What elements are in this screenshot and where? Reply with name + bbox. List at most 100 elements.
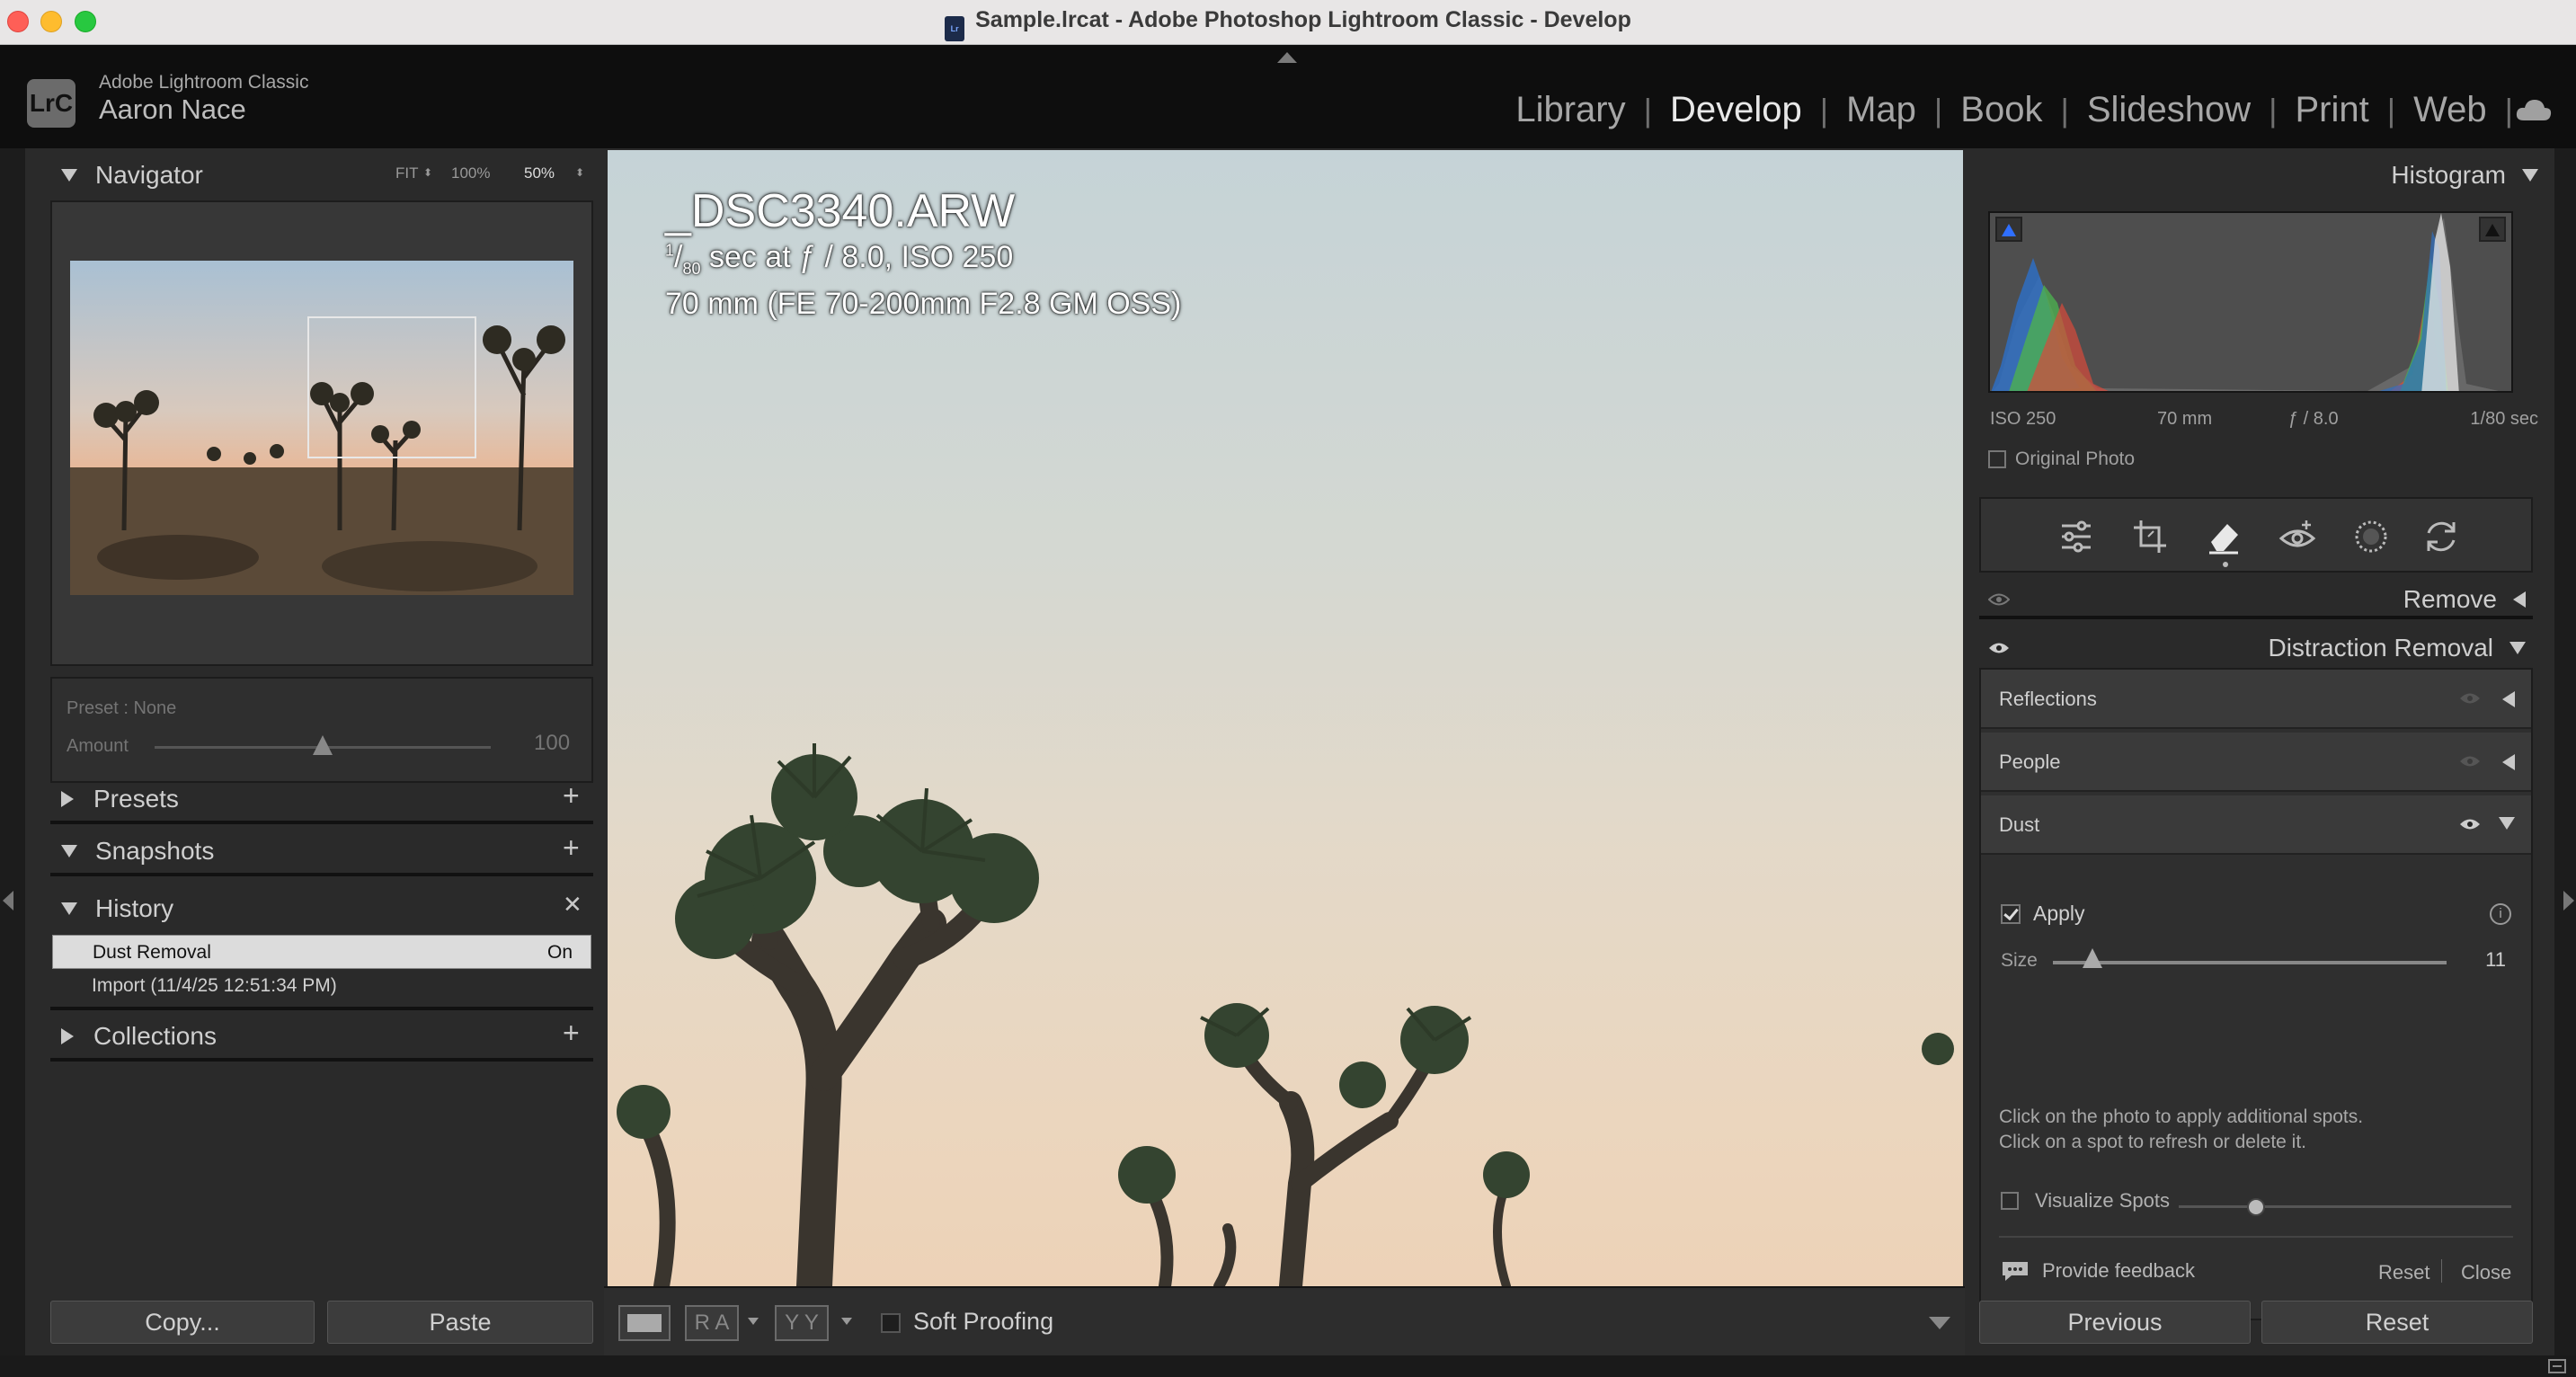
swap-dropdown-icon[interactable] <box>841 1318 852 1325</box>
dust-label: Dust <box>1999 813 2040 836</box>
before-after-yy-button[interactable]: Y Y <box>775 1305 829 1341</box>
history-item[interactable]: Import (11/4/25 12:51:34 PM) <box>52 969 591 1003</box>
collapse-right-panel-icon[interactable] <box>2563 891 2574 911</box>
apply-checkbox[interactable] <box>2001 903 2021 924</box>
eye-icon[interactable] <box>2459 817 2481 831</box>
size-slider-track[interactable] <box>2053 961 2447 964</box>
sync-icon[interactable] <box>2421 517 2461 556</box>
dust-section[interactable]: Dust <box>1981 795 2531 855</box>
snapshots-header[interactable]: Snapshots <box>61 837 214 866</box>
image-canvas-area: _DSC3340.ARW 1/80 sec at ƒ / 8.0, ISO 25… <box>604 148 1965 1355</box>
photo-canvas[interactable]: _DSC3340.ARW 1/80 sec at ƒ / 8.0, ISO 25… <box>608 150 1963 1286</box>
paste-settings-button[interactable]: Paste <box>327 1301 593 1344</box>
histogram-title: Histogram <box>2391 161 2506 189</box>
lightroom-logo: LrC <box>27 79 76 128</box>
collapse-triangle-icon <box>2509 642 2526 654</box>
screen-capture-icon[interactable] <box>2547 1357 2567 1375</box>
photo-lens-info: 70 mm (FE 70-200mm F2.8 GM OSS) <box>665 287 1182 321</box>
photo-exposure-info: 1/80 sec at ƒ / 8.0, ISO 250 <box>665 240 1014 278</box>
module-separator: | <box>1643 91 1652 129</box>
module-develop[interactable]: Develop <box>1652 90 1820 130</box>
size-slider-thumb[interactable] <box>2082 948 2102 968</box>
histogram-graph[interactable] <box>1988 211 2513 393</box>
apply-toggle[interactable]: Apply <box>2001 902 2085 926</box>
collections-header[interactable]: Collections <box>61 1022 217 1051</box>
module-separator: | <box>2504 91 2513 129</box>
right-edge-strip <box>2554 148 2576 1377</box>
history-item[interactable]: Dust Removal On <box>52 935 591 969</box>
module-web[interactable]: Web <box>2395 90 2505 130</box>
zoom-stepper-icon[interactable]: ⬍ <box>575 166 584 179</box>
previous-settings-button[interactable]: Previous <box>1979 1301 2251 1344</box>
history-header[interactable]: History <box>61 894 173 923</box>
original-photo-checkbox[interactable] <box>1988 450 2006 468</box>
histogram-header[interactable]: Histogram <box>2391 161 2538 190</box>
collapse-top-panel-icon[interactable] <box>1277 52 1297 63</box>
sliders-icon[interactable] <box>2056 517 2096 556</box>
zoom-100-option[interactable]: 100% <box>451 164 490 182</box>
eye-icon[interactable] <box>1988 592 2010 607</box>
visualize-spots-checkbox[interactable] <box>2001 1192 2019 1210</box>
shadow-clipping-indicator[interactable] <box>1995 217 2022 242</box>
amount-value[interactable]: 100 <box>534 731 570 756</box>
add-collection-icon[interactable]: + <box>563 1017 580 1050</box>
clear-history-icon[interactable]: ✕ <box>563 891 582 919</box>
reset-settings-button[interactable]: Reset <box>2261 1301 2533 1344</box>
original-photo-toggle[interactable]: Original Photo <box>1988 449 2135 470</box>
remove-header[interactable]: Remove <box>1979 580 2533 619</box>
module-library[interactable]: Library <box>1497 90 1643 130</box>
add-preset-icon[interactable]: + <box>563 779 580 813</box>
right-panel: Histogram ISO 250 70 mm ƒ / 8.0 1/80 sec… <box>1965 148 2554 1355</box>
distraction-removal-header[interactable]: Distraction Removal <box>1979 628 2533 668</box>
module-print[interactable]: Print <box>2278 90 2387 130</box>
crop-icon[interactable] <box>2130 517 2170 556</box>
size-value[interactable]: 11 <box>2485 948 2506 972</box>
before-after-ra-button[interactable]: R A <box>685 1305 739 1341</box>
apply-label: Apply <box>2033 902 2085 925</box>
history-item-state: On <box>546 942 573 963</box>
copy-settings-button[interactable]: Copy... <box>50 1301 315 1344</box>
dust-reset-button[interactable]: Reset <box>2378 1261 2429 1284</box>
zoom-fit-option[interactable]: FIT <box>395 164 419 182</box>
panel-divider <box>1979 616 2533 619</box>
collapse-left-panel-icon[interactable] <box>3 891 13 911</box>
visualize-threshold-thumb[interactable] <box>2247 1198 2265 1216</box>
reflections-label: Reflections <box>1999 688 2097 710</box>
add-snapshot-icon[interactable]: + <box>563 831 580 865</box>
collapse-triangle-icon <box>61 845 77 857</box>
eraser-icon[interactable] <box>2204 517 2243 556</box>
toolbar-content-menu-icon[interactable] <box>1929 1317 1950 1329</box>
collapse-triangle-icon <box>2499 817 2515 830</box>
people-section[interactable]: People <box>1981 733 2531 792</box>
eye-icon[interactable] <box>2459 691 2481 706</box>
button-separator <box>2441 1259 2442 1283</box>
navigator-view-rectangle[interactable] <box>307 316 476 458</box>
eye-icon[interactable] <box>1988 641 2010 655</box>
dust-close-button[interactable]: Close <box>2461 1261 2511 1284</box>
distraction-removal-panel: Reflections People Dust Apply i Size 11 … <box>1979 668 2533 1320</box>
presets-header[interactable]: Presets <box>61 785 179 813</box>
visualize-threshold-track[interactable] <box>2179 1205 2511 1208</box>
before-after-dropdown-icon[interactable] <box>748 1318 759 1325</box>
module-book[interactable]: Book <box>1942 90 2060 130</box>
panel-divider <box>50 873 593 876</box>
navigator-header[interactable]: Navigator <box>61 161 203 190</box>
histogram-shutter: 1/80 sec <box>2470 409 2538 429</box>
info-icon[interactable]: i <box>2490 903 2511 925</box>
eye-icon[interactable] <box>2459 754 2481 768</box>
amount-slider-thumb[interactable] <box>313 735 333 755</box>
zoom-fit-stepper-icon[interactable]: ⬍ <box>423 166 432 179</box>
loupe-view-button[interactable] <box>618 1305 671 1341</box>
visualize-spots-toggle[interactable]: Visualize Spots <box>2001 1189 2170 1213</box>
soft-proofing-checkbox[interactable] <box>881 1313 901 1333</box>
mask-icon[interactable] <box>2351 517 2391 556</box>
size-label: Size <box>2001 950 2038 971</box>
provide-feedback-link[interactable]: Provide feedback <box>2001 1259 2195 1283</box>
cloud-icon[interactable] <box>2515 97 2553 122</box>
zoom-50-option[interactable]: 50% <box>524 164 555 182</box>
module-map[interactable]: Map <box>1828 90 1934 130</box>
reflections-section[interactable]: Reflections <box>1981 670 2531 729</box>
module-slideshow[interactable]: Slideshow <box>2069 90 2269 130</box>
redeye-icon[interactable] <box>2278 517 2317 556</box>
highlight-clipping-indicator[interactable] <box>2479 217 2506 242</box>
